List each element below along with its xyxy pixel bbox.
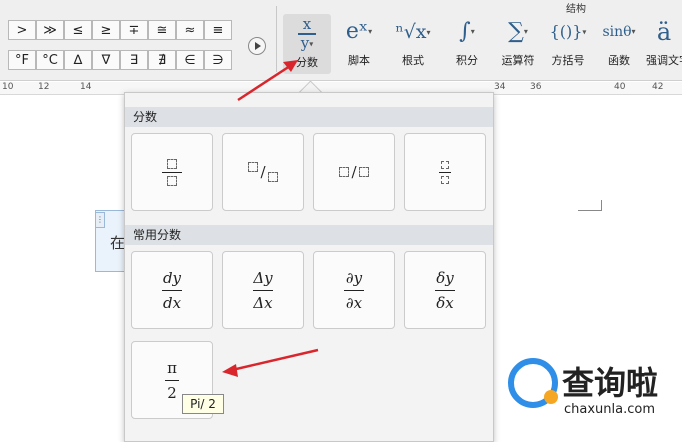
arrow-to-fraction-button xyxy=(237,60,298,102)
watermark-url: chaxunla.com xyxy=(564,402,655,417)
watermark-brand: 查询啦 xyxy=(562,364,659,402)
watermark: 查询啦 chaxunla.com xyxy=(508,354,678,424)
arrow-to-pi-fraction xyxy=(222,348,319,377)
search-logo-icon xyxy=(508,358,558,408)
